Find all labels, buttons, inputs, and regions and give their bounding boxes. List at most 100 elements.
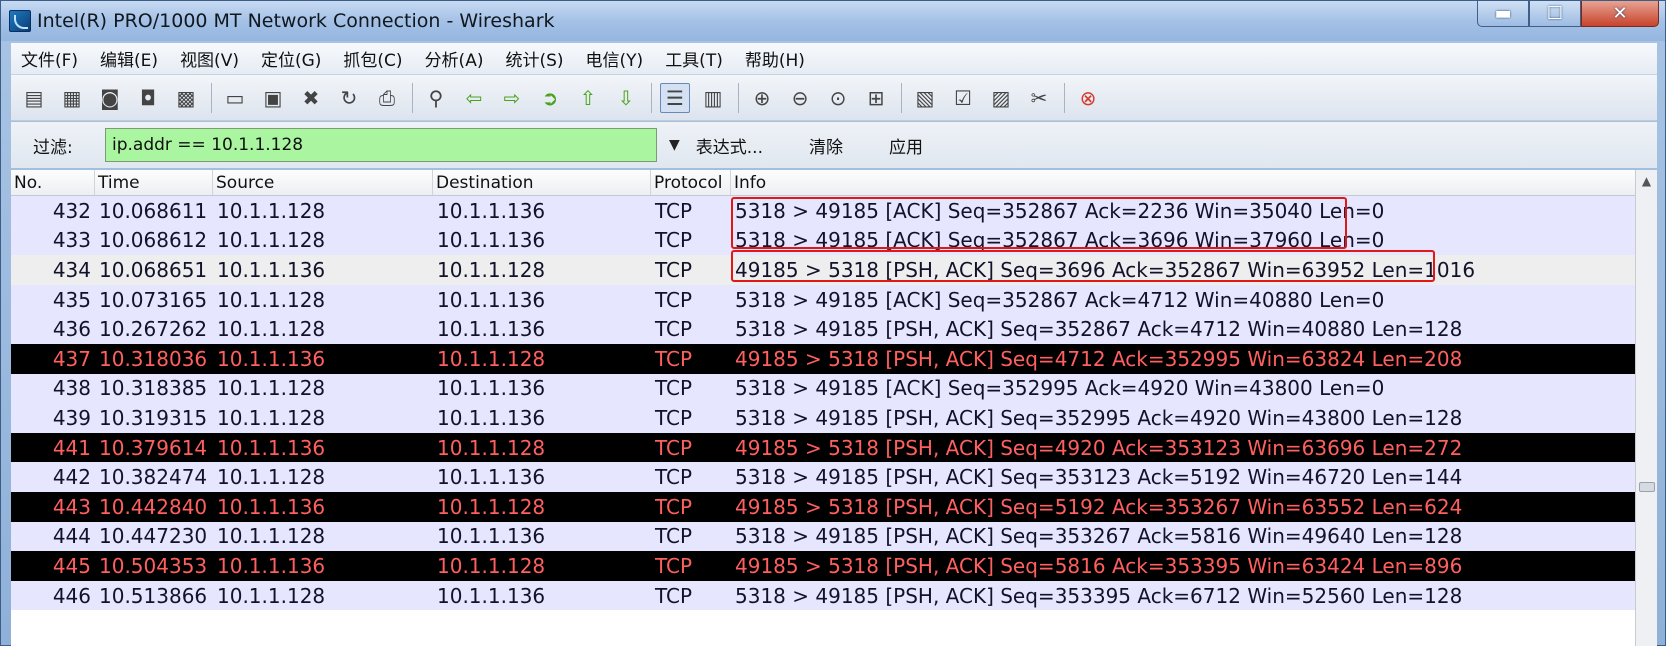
cell-info: 5318 > 49185 [ACK] Seq=352867 Ack=4712 W… — [735, 287, 1385, 312]
cell-time: 10.447230 — [99, 524, 208, 549]
scroll-up-icon[interactable]: ▲ — [1636, 170, 1657, 192]
cell-no: 433 — [52, 228, 91, 253]
cell-no: 446 — [52, 583, 91, 608]
table-row[interactable]: 436 10.267262 10.1.1.128 10.1.1.136 TCP 5318 … — [11, 314, 1635, 344]
cell-source: 10.1.1.136 — [217, 346, 326, 371]
table-row[interactable]: 439 10.319315 10.1.1.128 10.1.1.136 TCP 5318 … — [11, 403, 1635, 433]
filter-dropdown-icon[interactable]: ▼ — [669, 137, 680, 153]
cell-info: 5318 > 49185 [PSH, ACK] Seq=353123 Ack=5… — [735, 465, 1463, 490]
table-row[interactable]: 442 10.382474 10.1.1.128 10.1.1.136 TCP 5318 … — [11, 462, 1635, 492]
filter-label: 过滤: — [33, 137, 73, 158]
help-icon[interactable]: ⊗ — [1073, 83, 1103, 113]
autoscroll-icon[interactable]: ▥ — [698, 83, 728, 113]
cell-time: 10.267262 — [99, 317, 208, 342]
print-icon[interactable]: ⎙ — [372, 83, 402, 113]
go-to-packet-icon[interactable]: ➲ — [535, 83, 565, 113]
table-row[interactable]: 432 10.068611 10.1.1.128 10.1.1.136 TCP 5318 … — [11, 196, 1635, 226]
menu-edit[interactable]: 编辑(E) — [100, 46, 158, 71]
capture-filters-icon[interactable]: ▧ — [910, 83, 940, 113]
restart-capture-icon[interactable]: ▩ — [171, 83, 201, 113]
cell-info: 49185 > 5318 [PSH, ACK] Seq=5192 Ack=353… — [735, 494, 1463, 519]
cell-time: 10.068612 — [99, 228, 208, 253]
clear-button[interactable]: 清除 — [809, 133, 843, 158]
minimize-button[interactable]: ▬ — [1477, 1, 1529, 27]
go-back-icon[interactable]: ⇦ — [459, 83, 489, 113]
column-header-destination[interactable]: Destination — [433, 170, 651, 195]
table-row[interactable]: 441 10.379614 10.1.1.136 10.1.1.128 TCP 49185… — [11, 432, 1635, 463]
cell-info: 5318 > 49185 [PSH, ACK] Seq=353267 Ack=5… — [735, 524, 1463, 549]
cell-source: 10.1.1.128 — [217, 376, 326, 401]
go-first-icon[interactable]: ⇧ — [573, 83, 603, 113]
zoom-out-icon[interactable]: ⊖ — [785, 83, 815, 113]
go-forward-icon[interactable]: ⇨ — [497, 83, 527, 113]
menu-go[interactable]: 定位(G) — [261, 46, 321, 71]
column-header-no[interactable]: No. — [11, 170, 95, 195]
apply-button[interactable]: 应用 — [889, 133, 923, 158]
capture-options-icon[interactable]: ▦ — [57, 83, 87, 113]
cell-protocol: TCP — [655, 228, 693, 253]
table-row[interactable]: 444 10.447230 10.1.1.128 10.1.1.136 TCP 5318 … — [11, 521, 1635, 552]
table-row[interactable]: 437 10.318036 10.1.1.136 10.1.1.128 TCP 49185… — [11, 343, 1635, 374]
preferences-icon[interactable]: ✂ — [1024, 83, 1054, 113]
vertical-scrollbar[interactable]: ▲ — [1635, 170, 1657, 646]
find-packet-icon[interactable]: ⚲ — [421, 83, 451, 113]
packet-list[interactable]: No. Time Source Destination Protocol Inf… — [11, 170, 1635, 646]
cell-destination: 10.1.1.136 — [437, 376, 546, 401]
close-button[interactable]: ✕ — [1581, 1, 1659, 27]
cell-destination: 10.1.1.136 — [437, 524, 546, 549]
normal-size-icon[interactable]: ⊙ — [823, 83, 853, 113]
table-row[interactable]: 434 10.068651 10.1.1.136 10.1.1.128 TCP 49185… — [11, 255, 1635, 285]
table-row[interactable]: 435 10.073165 10.1.1.128 10.1.1.136 TCP 5318 … — [11, 284, 1635, 315]
menu-view[interactable]: 视图(V) — [180, 46, 239, 71]
table-row[interactable]: 433 10.068612 10.1.1.128 10.1.1.136 TCP 5318 … — [11, 225, 1635, 256]
menu-file[interactable]: 文件(F) — [21, 46, 78, 71]
menu-telephony[interactable]: 电信(Y) — [586, 46, 644, 71]
coloring-rules-icon[interactable]: ▨ — [986, 83, 1016, 113]
menu-statistics[interactable]: 统计(S) — [505, 46, 563, 71]
cell-destination: 10.1.1.128 — [437, 257, 546, 282]
menu-tools[interactable]: 工具(T) — [665, 46, 723, 71]
column-header-time[interactable]: Time — [95, 170, 213, 195]
cell-source: 10.1.1.136 — [217, 553, 326, 578]
start-capture-icon[interactable]: ◙ — [95, 83, 125, 113]
column-header-info[interactable]: Info — [731, 170, 1635, 195]
table-row[interactable]: 445 10.504353 10.1.1.136 10.1.1.128 TCP 49185… — [11, 551, 1635, 581]
toolbar-separator — [211, 82, 212, 113]
menu-capture[interactable]: 抓包(C) — [343, 46, 402, 71]
filter-input[interactable]: ip.addr == 10.1.1.128 — [105, 128, 657, 162]
cell-no: 437 — [52, 346, 91, 371]
zoom-in-icon[interactable]: ⊕ — [747, 83, 777, 113]
cell-destination: 10.1.1.136 — [437, 198, 546, 223]
cell-info: 49185 > 5318 [PSH, ACK] Seq=5816 Ack=353… — [735, 553, 1463, 578]
interface-list-icon[interactable]: ▤ — [19, 83, 49, 113]
menu-analyze[interactable]: 分析(A) — [425, 46, 484, 71]
menu-help[interactable]: 帮助(H) — [745, 46, 805, 71]
open-file-icon[interactable]: ▭ — [220, 83, 250, 113]
scroll-thumb[interactable] — [1639, 482, 1655, 492]
display-filters-icon[interactable]: ☑ — [948, 83, 978, 113]
title-bar[interactable]: Intel(R) PRO/1000 MT Network Connection … — [1, 1, 1665, 41]
close-file-icon[interactable]: ✖ — [296, 83, 326, 113]
column-header-protocol[interactable]: Protocol — [651, 170, 731, 195]
cell-no: 434 — [52, 257, 91, 282]
reload-icon[interactable]: ↻ — [334, 83, 364, 113]
colorize-icon[interactable]: ☰ — [660, 82, 690, 113]
cell-time: 10.318385 — [99, 376, 208, 401]
cell-protocol: TCP — [655, 583, 693, 608]
cell-protocol: TCP — [655, 346, 693, 371]
maximize-button[interactable]: ☐ — [1529, 1, 1581, 27]
save-file-icon[interactable]: ▣ — [258, 83, 288, 113]
column-header-source[interactable]: Source — [213, 170, 433, 195]
cell-info: 5318 > 49185 [ACK] Seq=352867 Ack=3696 W… — [735, 228, 1385, 253]
cell-destination: 10.1.1.136 — [437, 317, 546, 342]
table-row[interactable]: 446 10.513866 10.1.1.128 10.1.1.136 TCP 5318 … — [11, 580, 1635, 611]
go-last-icon[interactable]: ⇩ — [611, 83, 641, 113]
cell-protocol: TCP — [655, 465, 693, 490]
expression-button[interactable]: 表达式... — [696, 133, 763, 158]
cell-time: 10.318036 — [99, 346, 208, 371]
wireshark-app-icon — [9, 10, 31, 32]
table-row[interactable]: 443 10.442840 10.1.1.136 10.1.1.128 TCP 49185… — [11, 491, 1635, 522]
resize-columns-icon[interactable]: ⊞ — [861, 83, 891, 113]
table-row[interactable]: 438 10.318385 10.1.1.128 10.1.1.136 TCP 5318 … — [11, 373, 1635, 404]
stop-capture-icon[interactable]: ◘ — [133, 83, 163, 113]
